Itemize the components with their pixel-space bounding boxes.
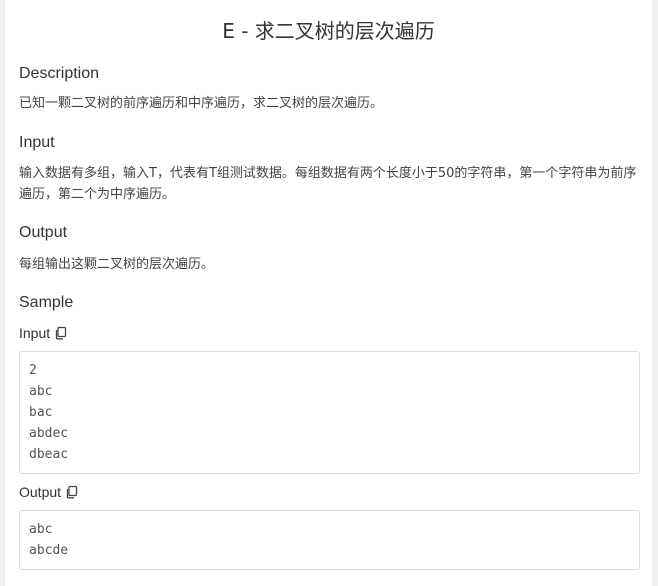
input-text: 输入数据有多组，输入T，代表有T组测试数据。每组数据有两个长度小于50的字符串，… (19, 166, 637, 202)
problem-panel: E - 求二叉树的层次遍历 Description 已知一颗二叉树的前序遍历和中… (5, 0, 652, 586)
sample-output-line: abc (29, 522, 53, 537)
sample-input-box[interactable]: 2 abc bac abdec dbeac (19, 351, 640, 474)
input-heading: Input (19, 134, 55, 151)
description-body: 已知一颗二叉树的前序遍历和中序遍历，求二叉树的层次遍历。 (19, 93, 640, 114)
sample-output-label: Output (19, 484, 62, 500)
sample-heading: Sample (19, 294, 74, 311)
sample-input-label-row: Input (19, 324, 640, 342)
output-section: Output (19, 223, 640, 243)
copy-icon[interactable] (54, 326, 68, 340)
sample-output-header: Output (19, 483, 640, 501)
description-section: Description (19, 64, 640, 84)
sample-input-label: Input (19, 325, 51, 341)
sample-input-line: dbeac (29, 447, 69, 462)
output-heading: Output (19, 224, 68, 241)
sample-input-line: 2 (29, 363, 37, 378)
description-text: 已知一颗二叉树的前序遍历和中序遍历，求二叉树的层次遍历。 (19, 96, 384, 111)
output-text: 每组输出这颗二叉树的层次遍历。 (19, 257, 215, 272)
sample-input-line: abc (29, 384, 53, 399)
sample-output-label-row: Output (19, 483, 640, 501)
output-body: 每组输出这颗二叉树的层次遍历。 (19, 254, 640, 275)
sample-output-box[interactable]: abc abcde (19, 510, 640, 570)
sample-input-line: abdec (29, 426, 69, 441)
copy-icon[interactable] (65, 485, 79, 499)
problem-title: E - 求二叉树的层次遍历 (222, 19, 435, 43)
sample-input-line: bac (29, 405, 53, 420)
sample-section: Sample (19, 293, 640, 313)
sample-input-header: Input (19, 324, 640, 342)
sample-output-line: abcde (29, 543, 69, 558)
input-body: 输入数据有多组，输入T，代表有T组测试数据。每组数据有两个长度小于50的字符串，… (19, 163, 642, 205)
input-section: Input (19, 133, 640, 153)
description-heading: Description (19, 65, 100, 82)
